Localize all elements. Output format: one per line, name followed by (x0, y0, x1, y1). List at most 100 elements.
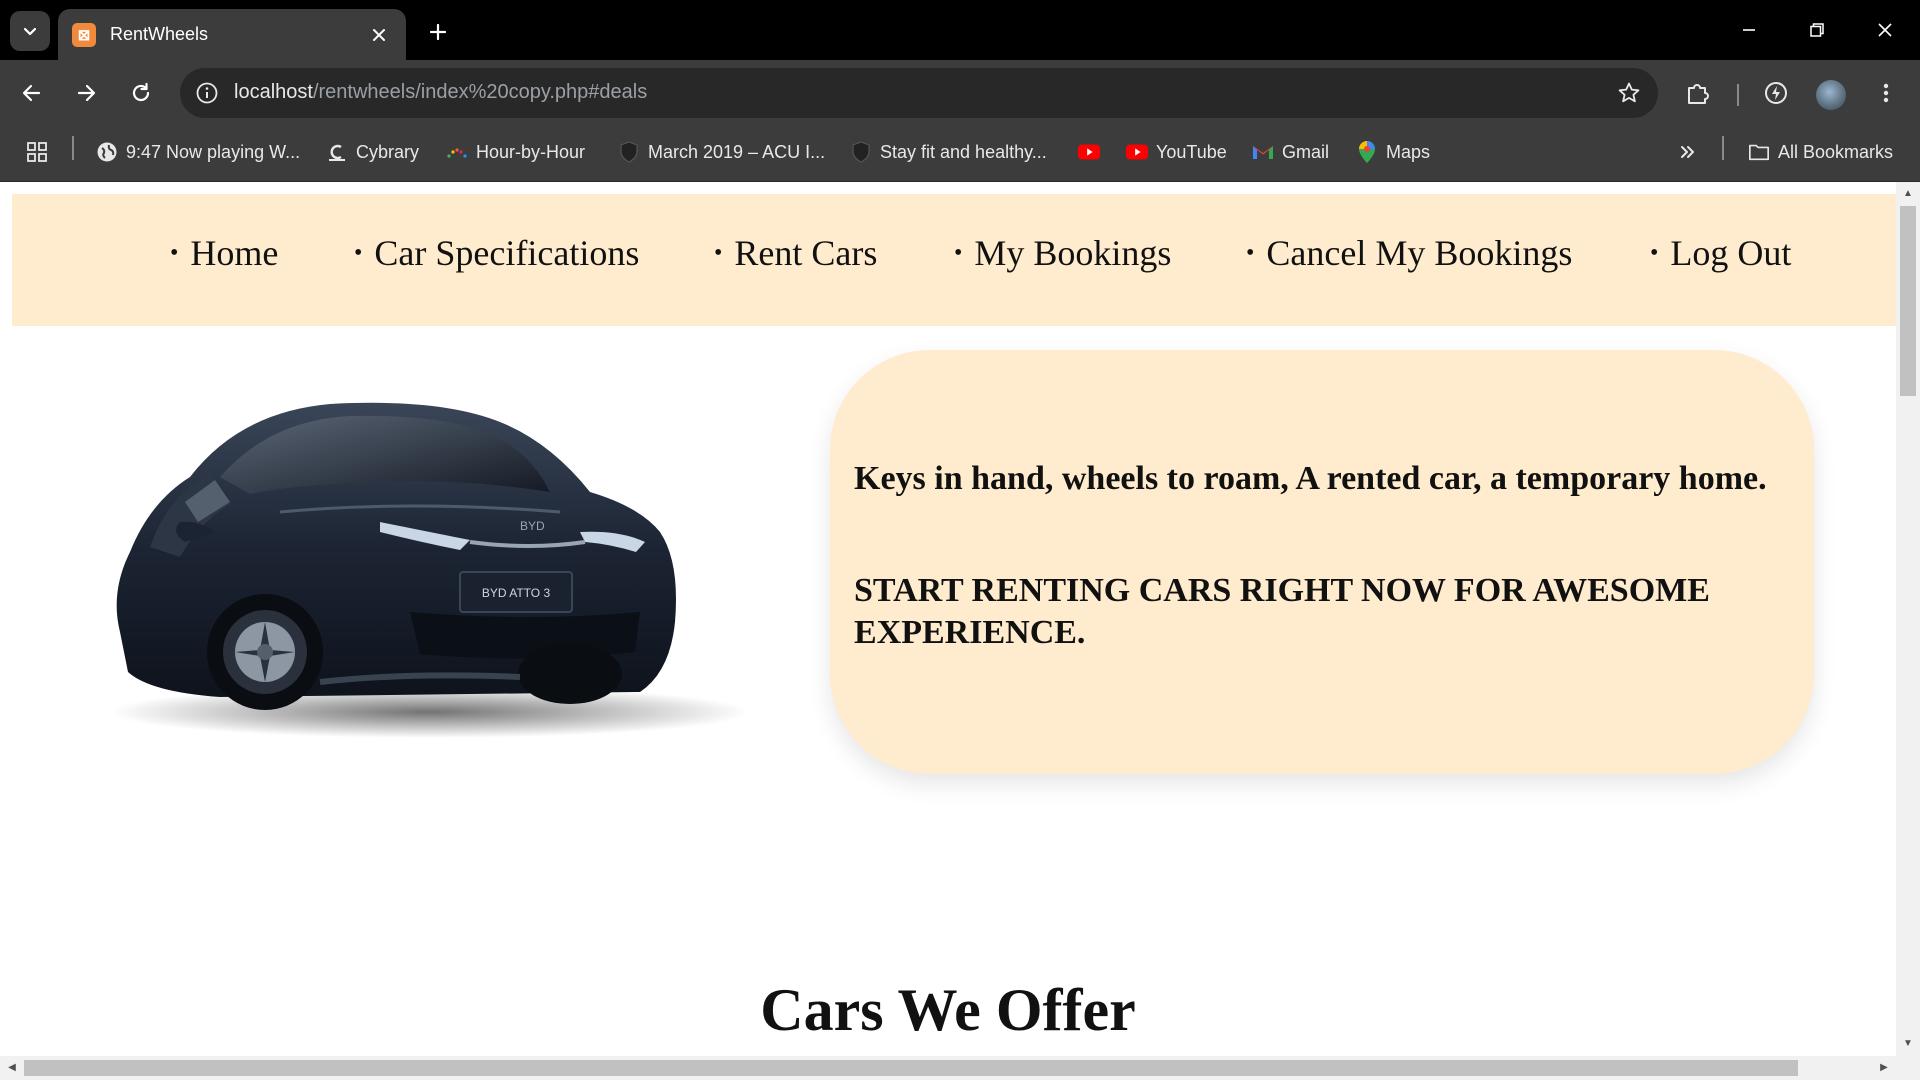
hero-callout: Keys in hand, wheels to roam, A rented c… (830, 350, 1814, 774)
scroll-left-arrow-icon[interactable]: ◀ (6, 1062, 18, 1074)
profile-avatar[interactable] (1816, 80, 1846, 110)
info-icon (196, 82, 218, 104)
star-icon (1618, 82, 1640, 103)
bullet-icon: • (170, 239, 179, 266)
toolbar-divider (1737, 84, 1739, 106)
restore-button[interactable] (1792, 12, 1842, 48)
vertical-scroll-thumb[interactable] (1900, 206, 1916, 396)
close-icon (1878, 23, 1892, 37)
puzzle-icon (1688, 84, 1709, 104)
scroll-down-arrow-icon[interactable]: ▼ (1902, 1038, 1914, 1050)
plus-icon (429, 23, 447, 41)
bookmark-label: 9:47 Now playing W... (126, 141, 301, 162)
youtube-icon (1078, 141, 1100, 163)
shield-icon (850, 141, 872, 163)
shield-icon (618, 141, 640, 163)
scroll-right-arrow-icon[interactable]: ▶ (1878, 1062, 1890, 1074)
hero-car-image: BYD BYD ATTO 3 (110, 402, 750, 738)
folder-icon (1748, 141, 1770, 163)
url-path: /rentwheels/index%20copy.php#deals (312, 81, 648, 103)
bullet-icon: • (354, 239, 363, 266)
minimize-icon (1743, 29, 1755, 31)
bookmark-label: Hour-by-Hour (476, 141, 586, 162)
bookmark-label: Cybrary (356, 141, 420, 162)
site-info-icon[interactable] (192, 78, 222, 108)
page-viewport: • Home • Car Specifications • Rent Cars • My… (0, 182, 1896, 1056)
reload-icon (132, 82, 150, 102)
bookmark-label: March 2019 – ACU I... (648, 141, 826, 162)
browser-tab-active[interactable]: ⊠ RentWheels (58, 9, 406, 60)
bookmarks-bar: 9:47 Now playing W... Cybrary Hour-by-Ho… (0, 122, 1920, 182)
bookmark-label: Gmail (1282, 141, 1330, 162)
extensions-button[interactable] (1680, 75, 1716, 111)
scroll-up-arrow-icon[interactable]: ▲ (1902, 188, 1914, 200)
horizontal-scrollbar[interactable]: ◀ ▶ (0, 1056, 1920, 1080)
nav-log-out[interactable]: • Log Out (1650, 232, 1791, 274)
car-plate-text: BYD ATTO 3 (482, 586, 551, 600)
bookmark-march-2019[interactable]: March 2019 – ACU I... (618, 138, 825, 166)
vertical-scrollbar[interactable]: ▲ ▼ (1896, 182, 1920, 1056)
chevron-down-icon (23, 27, 37, 36)
bullet-icon: • (1246, 239, 1255, 266)
bookmark-stay-fit[interactable]: Stay fit and healthy... (850, 138, 1047, 166)
close-window-button[interactable] (1860, 12, 1910, 48)
bullet-icon: • (954, 239, 963, 266)
gmail-icon (1252, 141, 1274, 163)
horizontal-scroll-thumb[interactable] (24, 1060, 1798, 1076)
tab-search-button[interactable] (10, 11, 50, 51)
more-vertical-icon (1883, 83, 1889, 103)
restore-icon (1810, 23, 1824, 37)
nav-label: Log Out (1670, 233, 1792, 273)
hero-cta-text: START RENTING CARS RIGHT NOW FOR AWESOME… (854, 572, 1710, 651)
tab-close-button[interactable] (366, 22, 392, 48)
bookmark-label: Stay fit and healthy... (880, 141, 1047, 162)
address-bar[interactable]: localhost/rentwheels/index%20copy.php#de… (180, 68, 1658, 118)
maps-icon (1356, 141, 1378, 163)
nav-my-bookings[interactable]: • My Bookings (954, 232, 1171, 274)
more-bookmarks-button[interactable] (1678, 138, 1698, 166)
speedometer-icon (1765, 82, 1787, 104)
forward-button[interactable] (68, 75, 104, 111)
new-tab-button[interactable] (420, 14, 456, 50)
bookmarks-divider (1722, 136, 1724, 160)
bookmark-cybrary[interactable]: Cybrary (326, 138, 419, 166)
car-hood-badge: BYD (520, 519, 545, 533)
weather-icon (446, 141, 468, 163)
hero-tagline: Keys in hand, wheels to roam, A rented c… (854, 460, 1767, 497)
bullet-icon: • (714, 239, 723, 266)
back-button[interactable] (14, 75, 50, 111)
arrow-right-icon (77, 84, 96, 102)
nav-car-specifications[interactable]: • Car Specifications (354, 232, 639, 274)
reload-button[interactable] (123, 75, 159, 111)
performance-button[interactable] (1758, 75, 1794, 111)
youtube-icon (1126, 141, 1148, 163)
nav-rent-cars[interactable]: • Rent Cars (714, 232, 877, 274)
nav-cancel-my-bookings[interactable]: • Cancel My Bookings (1246, 232, 1572, 274)
bookmark-hour-by-hour[interactable]: Hour-by-Hour (446, 138, 585, 166)
nav-home[interactable]: • Home (170, 232, 278, 274)
site-navbar: • Home • Car Specifications • Rent Cars • My… (12, 194, 1896, 326)
url-host: localhost (234, 81, 313, 103)
double-chevron-right-icon (1681, 146, 1694, 158)
all-bookmarks-button[interactable]: All Bookmarks (1748, 138, 1893, 166)
bookmark-now-playing[interactable]: 9:47 Now playing W... (96, 138, 300, 166)
bookmark-star-button[interactable] (1614, 78, 1644, 108)
cybrary-icon (326, 141, 348, 163)
minimize-button[interactable] (1724, 12, 1774, 48)
close-icon (373, 29, 385, 41)
bookmark-label: Maps (1386, 141, 1431, 162)
globe-icon (96, 141, 118, 163)
bookmark-gmail[interactable]: Gmail (1252, 138, 1329, 166)
bookmark-youtube[interactable]: YouTube (1126, 138, 1227, 166)
nav-label: Rent Cars (734, 233, 878, 273)
bookmark-label: All Bookmarks (1778, 141, 1894, 162)
browser-menu-button[interactable] (1868, 75, 1904, 111)
tab-title: RentWheels (110, 24, 209, 44)
bookmarks-divider (72, 136, 74, 160)
bookmark-youtube-icon-only[interactable] (1078, 138, 1108, 166)
bookmark-maps[interactable]: Maps (1356, 138, 1430, 166)
bookmark-label: YouTube (1156, 141, 1227, 162)
browser-title-bar: ⊠ RentWheels (0, 0, 1920, 60)
apps-button[interactable] (26, 138, 48, 166)
url-text: localhost/rentwheels/index%20copy.php#de… (234, 81, 647, 104)
